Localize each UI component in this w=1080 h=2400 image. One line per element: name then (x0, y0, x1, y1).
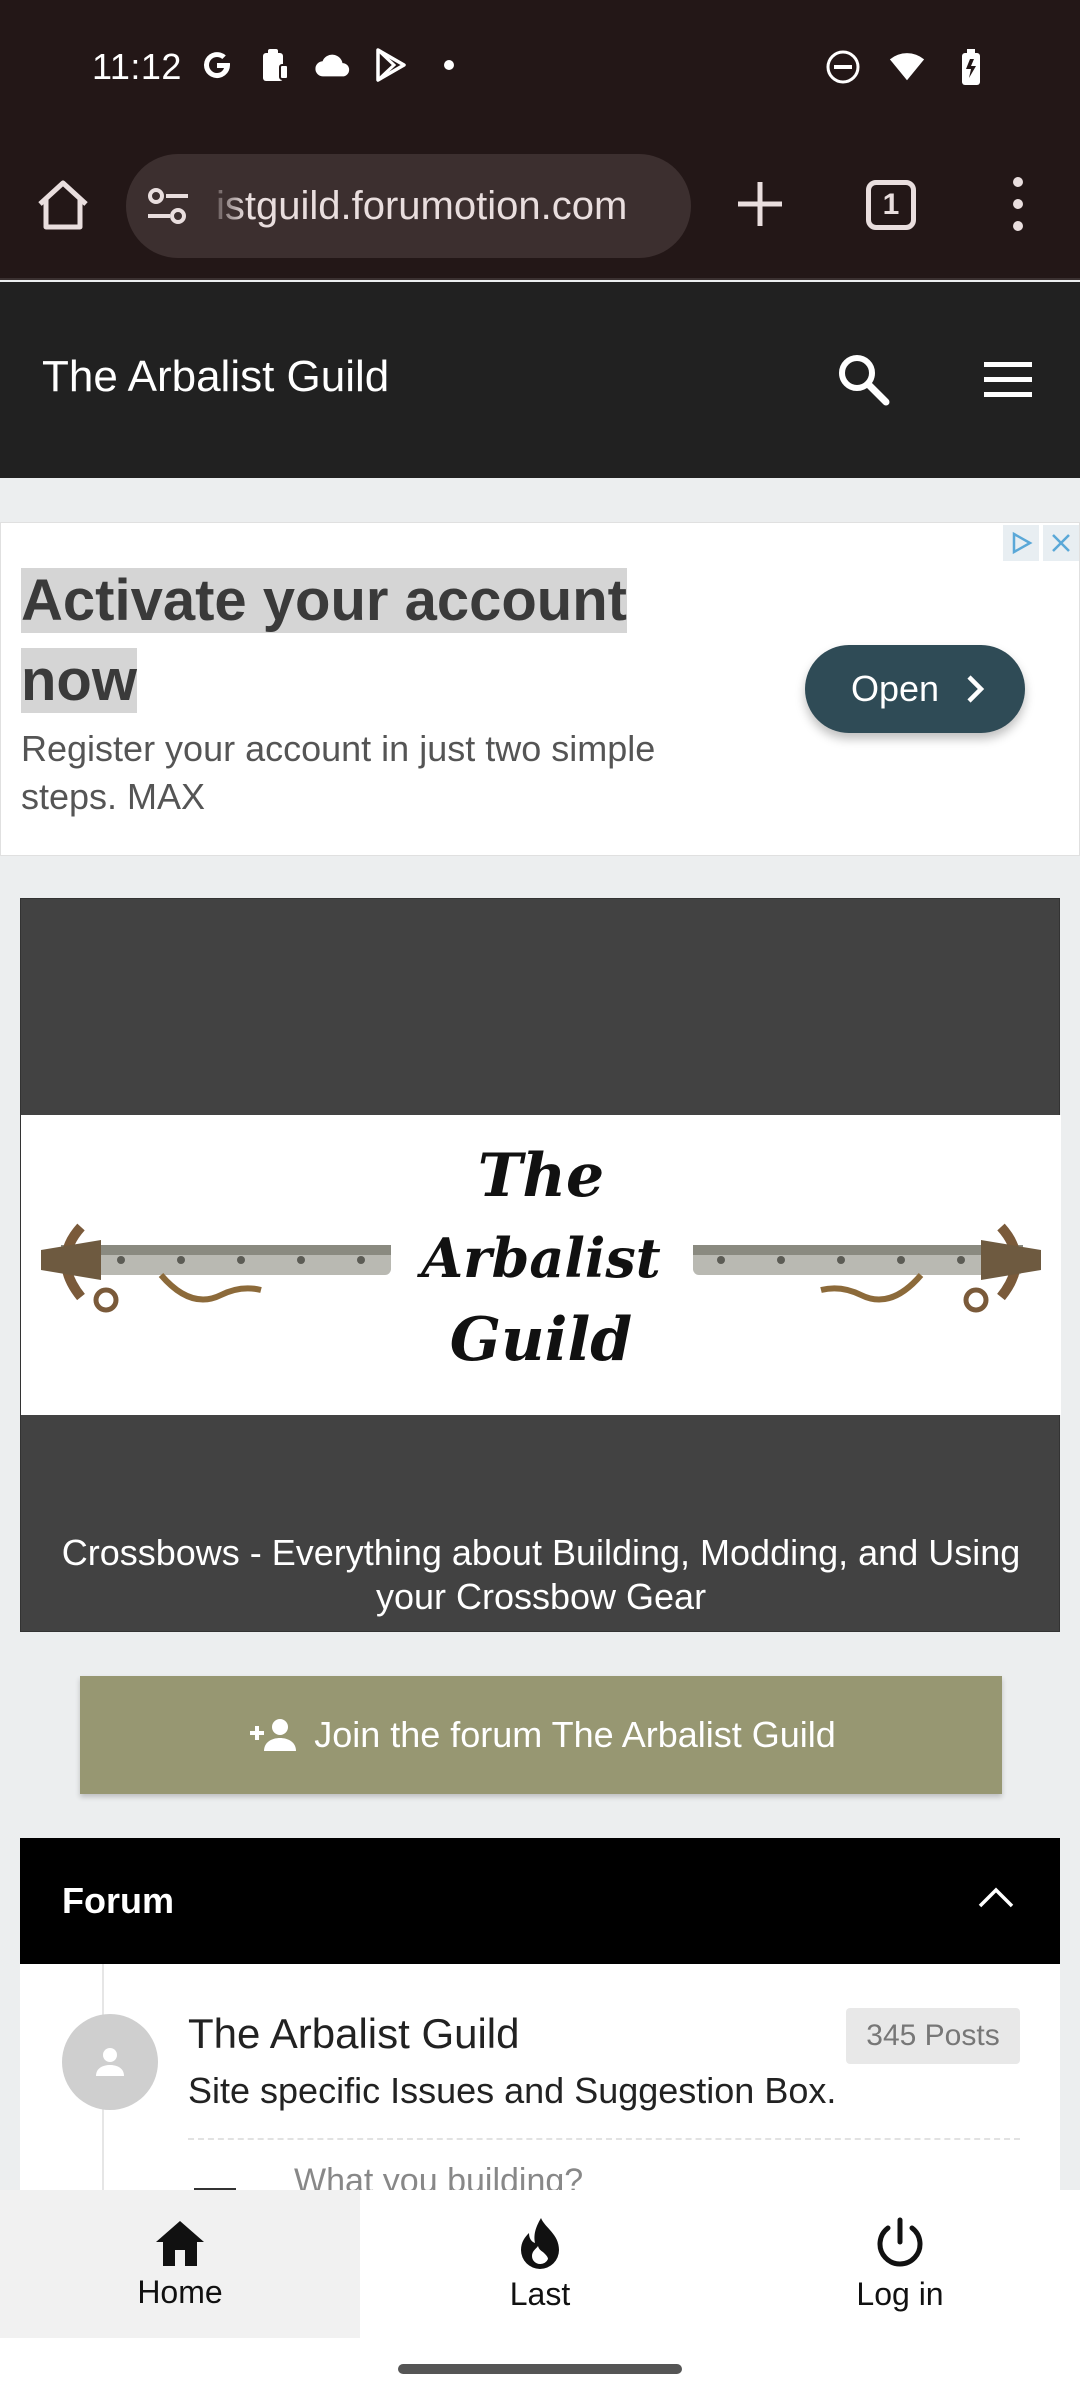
site-title[interactable]: The Arbalist Guild (42, 352, 389, 402)
home-icon (156, 2220, 204, 2266)
ad-close-icon[interactable] (1043, 525, 1079, 561)
tab-switcher-button[interactable]: 1 (866, 180, 916, 230)
status-left-icons (198, 46, 468, 84)
forum-item-description: Site specific Issues and Suggestion Box. (188, 2070, 837, 2111)
nav-login[interactable]: Log in (720, 2190, 1080, 2338)
banner-image: The Arbalist Guild (21, 1115, 1061, 1415)
posts-count-badge: 345 Posts (846, 2008, 1020, 2064)
forum-section-header[interactable]: Forum (20, 1838, 1060, 1964)
search-icon[interactable] (834, 350, 892, 408)
nav-last-label: Last (509, 2275, 571, 2312)
chevron-right-icon (967, 675, 985, 703)
new-tab-icon[interactable] (732, 176, 788, 232)
google-icon (198, 46, 236, 84)
nav-home[interactable]: Home (0, 2190, 360, 2338)
ad-marks (1003, 525, 1079, 561)
home-icon[interactable] (34, 176, 92, 234)
hamburger-menu-icon[interactable] (980, 354, 1036, 404)
status-right-icons (824, 48, 990, 86)
clipboard-icon (256, 46, 294, 84)
power-icon (877, 2217, 923, 2266)
site-info-icon[interactable] (144, 184, 192, 228)
forum-list: The Arbalist Guild 345 Posts Site specif… (20, 1964, 1060, 2194)
logo-line3: Guild (449, 1305, 633, 1375)
banner-logo: The Arbalist Guild (421, 1135, 661, 1381)
ad-headline-line1: Activate your account (21, 568, 627, 633)
ad-open-label: Open (851, 668, 940, 709)
logo-line2: Arbalist (421, 1226, 661, 1290)
battery-icon (952, 48, 990, 86)
avatar (62, 2014, 158, 2110)
adchoices-icon[interactable] (1003, 525, 1039, 561)
banner-caption: Crossbows - Everything about Building, M… (61, 1532, 1021, 1617)
address-bar[interactable]: istguild.forumotion.com (126, 154, 691, 258)
ad-headline[interactable]: Activate your account now (21, 561, 661, 721)
dnd-icon (824, 48, 862, 86)
nav-login-label: Log in (856, 2275, 944, 2312)
gesture-handle[interactable] (398, 2364, 682, 2374)
crossbow-left-illustration (41, 1223, 391, 1313)
forum-divider (188, 2138, 1020, 2140)
logo-line1: The (477, 1141, 605, 1211)
bottom-navigation: Home Last Log in (0, 2190, 1080, 2338)
more-menu-icon[interactable] (1000, 172, 1036, 236)
ad-headline-line2: now (21, 648, 137, 713)
ad-banner[interactable]: Activate your account now Register your … (0, 522, 1080, 856)
add-user-icon (250, 1719, 297, 1751)
join-forum-label: Join the forum The Arbalist Guild (314, 1714, 836, 1755)
chevron-up-icon[interactable] (976, 1882, 1016, 1912)
site-header: The Arbalist Guild (0, 282, 1080, 478)
status-bar: 11:12 (0, 0, 1080, 136)
cloud-icon (314, 46, 352, 84)
nav-last[interactable]: Last (360, 2190, 720, 2338)
dot-icon (430, 46, 468, 84)
wifi-icon (888, 48, 926, 86)
ad-description: Register your account in just two simple… (21, 728, 656, 817)
join-forum-button[interactable]: Join the forum The Arbalist Guild (80, 1676, 1002, 1794)
url-text: istguild.forumotion.com (216, 184, 628, 228)
browser-toolbar: istguild.forumotion.com 1 (0, 136, 1080, 280)
forum-section-title: Forum (62, 1880, 174, 1921)
forum-item-title[interactable]: The Arbalist Guild (188, 2010, 520, 2058)
url-fade (206, 154, 246, 258)
ad-open-button[interactable]: Open (805, 645, 1025, 733)
play-store-icon (372, 46, 410, 84)
crossbow-right-illustration (693, 1223, 1041, 1313)
forum-banner: The Arbalist Guild Crossbows - Everythin… (20, 898, 1061, 1632)
status-time: 11:12 (92, 46, 182, 87)
user-icon (96, 2048, 124, 2076)
nav-home-label: Home (137, 2273, 223, 2310)
flame-icon (521, 2217, 559, 2269)
